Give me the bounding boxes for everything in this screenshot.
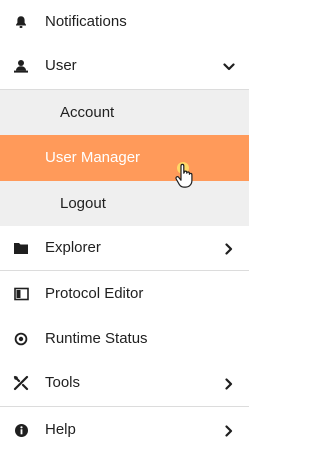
bell-icon — [13, 14, 29, 30]
user-monitor-icon — [13, 58, 29, 74]
submenu-label-logout: Logout — [60, 194, 106, 212]
chevron-down-icon[interactable] — [223, 60, 235, 72]
tools-icon — [13, 375, 29, 391]
submenu-item-logout[interactable]: Logout — [0, 181, 249, 226]
menu-item-tools[interactable]: Tools — [0, 361, 249, 405]
menu-item-user[interactable]: User — [0, 44, 249, 88]
target-icon — [13, 331, 29, 347]
chevron-right-icon[interactable] — [223, 242, 235, 255]
menu-item-protocol-editor[interactable]: Protocol Editor — [0, 272, 249, 316]
menu-label-tools: Tools — [45, 374, 81, 391]
menu-item-explorer[interactable]: Explorer — [0, 226, 249, 270]
submenu-item-user-manager[interactable]: User Manager — [0, 135, 249, 181]
menu-item-help[interactable]: Help — [0, 408, 249, 452]
chevron-right-icon[interactable] — [223, 424, 235, 437]
menu-label-help: Help — [45, 421, 76, 438]
menu-label-notifications: Notifications — [45, 13, 127, 30]
menu-item-notifications[interactable]: Notifications — [0, 0, 249, 44]
panel-layout-icon — [13, 286, 29, 302]
divider — [0, 406, 249, 407]
menu-label-explorer: Explorer — [45, 239, 101, 256]
folder-icon — [13, 240, 29, 256]
submenu-label-account: Account — [60, 103, 115, 121]
side-menu: Notifications User Account User Manager … — [0, 0, 249, 450]
info-icon — [13, 422, 29, 438]
hand-pointer-cursor-icon — [172, 160, 198, 190]
menu-label-user: User — [45, 57, 77, 74]
divider — [0, 270, 249, 271]
submenu-item-account[interactable]: Account — [0, 90, 249, 135]
menu-label-runtime-status: Runtime Status — [45, 330, 148, 347]
chevron-right-icon[interactable] — [223, 377, 235, 390]
menu-label-protocol-editor: Protocol Editor — [45, 285, 144, 302]
submenu-label-user-manager: User Manager — [45, 149, 141, 166]
menu-item-runtime-status[interactable]: Runtime Status — [0, 317, 249, 361]
